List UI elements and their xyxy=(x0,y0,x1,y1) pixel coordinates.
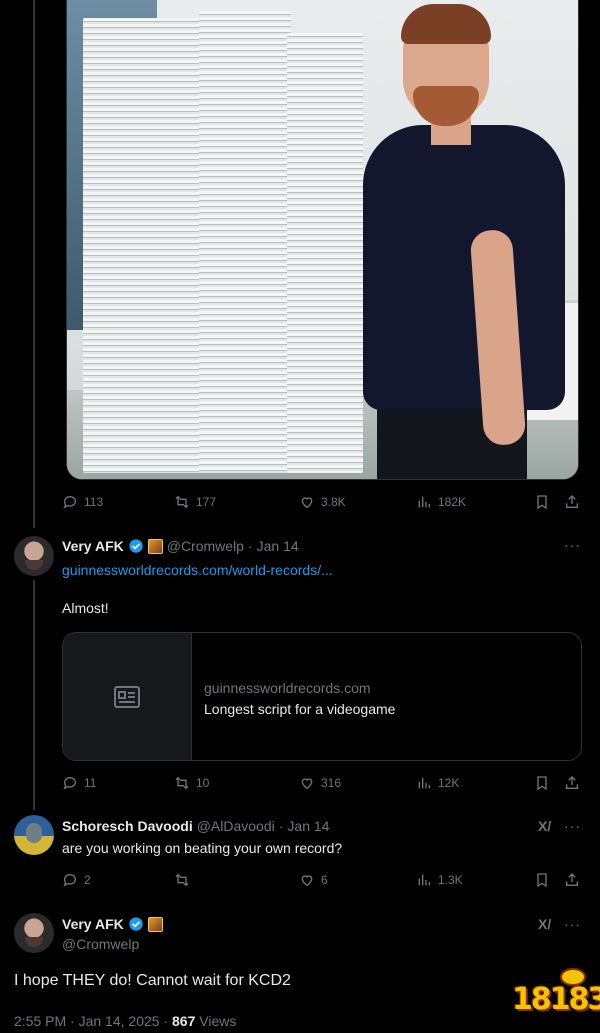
tweet-time[interactable]: 2:55 PM xyxy=(14,1013,66,1029)
tweet-meta: 2:55 PM · Jan 14, 2025 · 867 Views xyxy=(14,1013,237,1029)
tweet-header: Schoresch Davoodi @AlDavoodi · Jan 14 xyxy=(62,818,330,834)
reply-button[interactable]: 2 xyxy=(62,872,91,888)
repost-icon xyxy=(175,495,189,509)
tweet-actions: 11 10 316 12K xyxy=(62,775,582,795)
views-icon xyxy=(418,874,430,886)
like-icon xyxy=(301,778,313,790)
tweet-date[interactable]: Jan 14 xyxy=(257,538,299,554)
bookmark-icon xyxy=(537,873,547,888)
share-button[interactable] xyxy=(564,494,580,510)
paper-stack xyxy=(83,18,205,473)
reply-button[interactable]: 113 xyxy=(62,494,103,510)
views-icon xyxy=(418,777,430,789)
views-button[interactable]: 12K xyxy=(416,775,459,791)
article-icon xyxy=(114,685,140,708)
like-button[interactable]: 6 xyxy=(299,872,328,888)
more-icon[interactable]: ··· xyxy=(564,537,581,553)
thread-line xyxy=(33,0,35,528)
reply-icon xyxy=(63,776,77,790)
display-name[interactable]: Very AFK xyxy=(62,538,124,554)
reply-icon xyxy=(63,873,77,887)
bookmark-icon xyxy=(537,776,547,791)
views-icon xyxy=(418,496,430,508)
share-icon xyxy=(566,776,578,789)
share-button[interactable] xyxy=(564,775,580,791)
tweet-photo[interactable] xyxy=(66,0,579,480)
grok-icon[interactable]: X/ xyxy=(538,818,551,834)
tweet-actions: 113 177 3.8K 182K xyxy=(62,494,582,514)
views-count: 867 xyxy=(172,1013,196,1029)
link-card[interactable]: guinnessworldrecords.com Longest script … xyxy=(62,632,582,761)
share-icon xyxy=(566,495,578,508)
tweet-text: I hope THEY do! Cannot wait for KCD2 xyxy=(14,972,291,989)
handle[interactable]: @AlDavoodi xyxy=(197,818,275,834)
reply-button[interactable]: 11 xyxy=(62,775,96,791)
display-name[interactable]: Schoresch Davoodi xyxy=(62,818,193,834)
like-button[interactable]: 3.8K xyxy=(299,494,346,510)
share-button[interactable] xyxy=(564,872,580,888)
bookmark-button[interactable] xyxy=(534,872,550,888)
handle[interactable]: @Cromwelp xyxy=(167,538,244,554)
game-badge-icon xyxy=(147,538,163,554)
watermark-text: 18183 xyxy=(512,982,600,1017)
more-icon[interactable]: ··· xyxy=(564,916,581,932)
repost-icon xyxy=(175,776,189,790)
game-badge-icon xyxy=(147,916,163,932)
card-thumbnail xyxy=(63,633,192,760)
bookmark-icon xyxy=(537,495,547,510)
verified-icon xyxy=(129,539,143,553)
repost-button[interactable]: 177 xyxy=(174,494,216,510)
views-label: Views xyxy=(199,1013,237,1029)
repost-icon xyxy=(175,873,189,887)
avatar[interactable] xyxy=(14,815,54,855)
thread-line xyxy=(33,580,35,810)
tweet-link[interactable]: guinnessworldrecords.com/world-records/.… xyxy=(62,562,333,578)
verified-icon xyxy=(129,917,143,931)
like-icon xyxy=(301,875,313,887)
tweet-date[interactable]: Jan 14 xyxy=(287,818,329,834)
tweet-header: Very AFK @Cromwelp · Jan 14 xyxy=(62,538,299,554)
paper-stack xyxy=(199,11,291,473)
tweet-text: Almost! xyxy=(62,600,109,616)
bookmark-button[interactable] xyxy=(534,494,550,510)
share-icon xyxy=(566,873,578,886)
handle-line: @Cromwelp xyxy=(62,936,139,952)
tweet-header: Very AFK xyxy=(62,916,163,932)
person xyxy=(363,125,565,410)
like-button[interactable]: 316 xyxy=(299,775,341,791)
tweet-date[interactable]: Jan 14, 2025 xyxy=(79,1013,160,1029)
views-button[interactable]: 1.3K xyxy=(416,872,463,888)
more-icon[interactable]: ··· xyxy=(564,818,581,834)
card-title: Longest script for a videogame xyxy=(204,701,396,717)
repost-button[interactable] xyxy=(174,872,196,888)
handle[interactable]: @Cromwelp xyxy=(62,936,139,952)
tweet-actions: 2 6 1.3K xyxy=(62,872,582,892)
avatar[interactable] xyxy=(14,536,54,576)
bookmark-button[interactable] xyxy=(534,775,550,791)
avatar[interactable] xyxy=(14,913,54,953)
paper-stack xyxy=(287,33,363,473)
reply-icon xyxy=(63,495,77,509)
views-button[interactable]: 182K xyxy=(416,494,466,510)
watermark-logo: 18183 xyxy=(512,968,600,1018)
repost-button[interactable]: 10 xyxy=(174,775,209,791)
grok-icon[interactable]: X/ xyxy=(538,916,551,932)
tweet-text: are you working on beating your own reco… xyxy=(62,840,343,856)
display-name[interactable]: Very AFK xyxy=(62,916,124,932)
card-domain: guinnessworldrecords.com xyxy=(204,680,371,696)
like-icon xyxy=(301,497,313,509)
